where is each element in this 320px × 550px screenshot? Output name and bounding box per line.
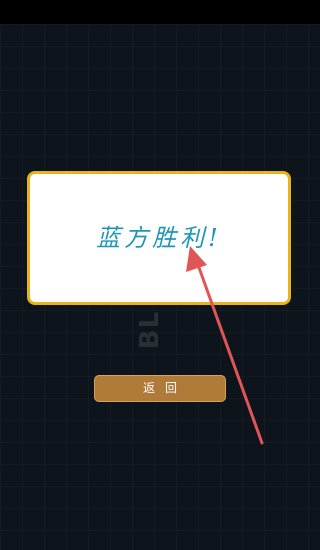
result-message: 蓝方胜利! <box>96 223 222 252</box>
background-watermark: BL <box>135 310 165 350</box>
status-bar <box>0 0 320 24</box>
back-button[interactable]: 返回 <box>94 375 226 402</box>
result-dialog: 蓝方胜利! <box>27 171 291 305</box>
